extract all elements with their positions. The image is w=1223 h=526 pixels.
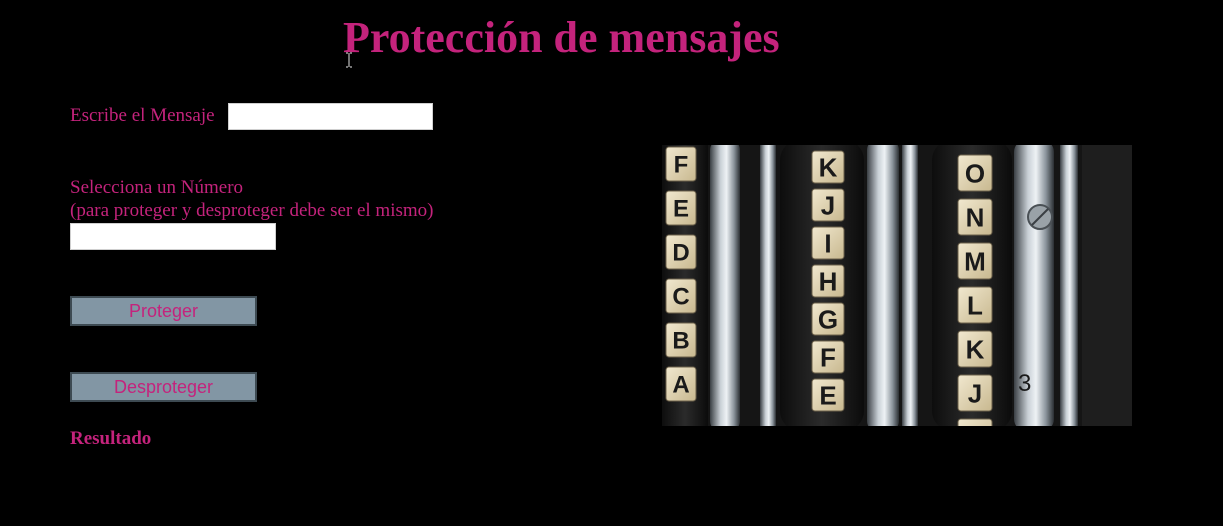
rotor-letter: E — [819, 380, 836, 410]
rotor-letter: I — [824, 228, 831, 258]
rotor-illustration: FEDCBAKJIHGFEONMLKJI 3 — [662, 145, 1132, 426]
rotor-letter: L — [967, 290, 983, 320]
rotor-letter: J — [968, 378, 982, 408]
number-label: Selecciona un Número (para proteger y de… — [70, 176, 434, 222]
text-cursor-icon — [346, 52, 352, 68]
rotor-letter: J — [821, 190, 835, 220]
rotor-letter: K — [819, 152, 838, 182]
unprotect-button[interactable]: Desproteger — [70, 372, 257, 402]
rotor-letter: H — [819, 266, 838, 296]
rotor-letter: K — [966, 334, 985, 364]
rotor-letter: D — [672, 240, 689, 267]
rotor-letter: B — [672, 328, 689, 355]
rotor-letter: E — [673, 196, 689, 223]
rotor-number: 3 — [1018, 370, 1031, 397]
result-label: Resultado — [70, 428, 152, 449]
rotor-letter: M — [964, 246, 986, 276]
message-input[interactable] — [228, 103, 433, 130]
number-label-hint: (para proteger y desproteger debe ser el… — [70, 200, 434, 221]
number-label-title: Selecciona un Número — [70, 177, 244, 198]
rotor-letter: G — [818, 304, 838, 334]
cipher-rotors-image: FEDCBAKJIHGFEONMLKJI 3 — [662, 145, 1132, 426]
rotor-letter: A — [672, 372, 689, 399]
number-input[interactable] — [70, 223, 276, 250]
rotor-letter: O — [965, 158, 985, 188]
rotor-letter: I — [971, 422, 978, 426]
rotor-letter: F — [820, 342, 836, 372]
protect-button[interactable]: Proteger — [70, 296, 257, 326]
rotor-letter: F — [674, 152, 689, 179]
page-title: Protección de mensajes — [343, 13, 780, 62]
rotor-letter: N — [966, 202, 985, 232]
message-label: Escribe el Mensaje — [70, 105, 215, 126]
rotor-letter: C — [672, 284, 689, 311]
page: Protección de mensajes Escribe el Mensaj… — [0, 0, 1223, 526]
